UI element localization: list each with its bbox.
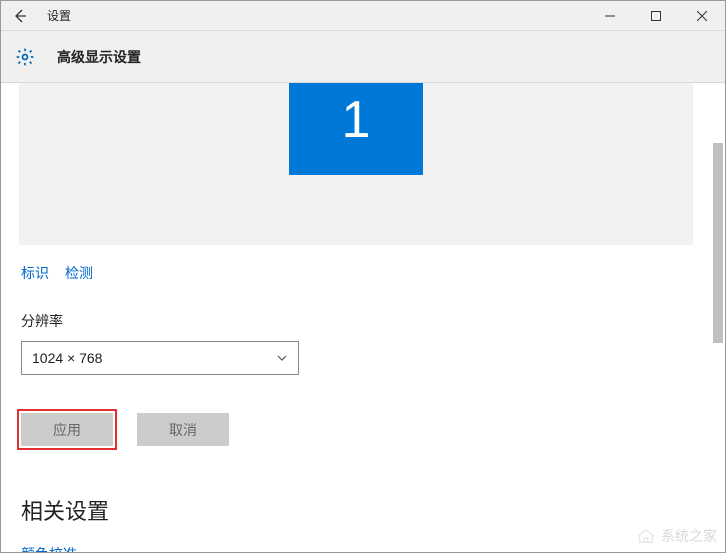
- maximize-icon: [651, 11, 661, 21]
- minimize-button[interactable]: [587, 1, 633, 31]
- resolution-label: 分辨率: [21, 311, 691, 331]
- window-title: 设置: [47, 7, 71, 24]
- page-title: 高级显示设置: [57, 47, 141, 67]
- display-preview-panel: 1: [19, 83, 693, 245]
- related-settings-title: 相关设置: [21, 494, 691, 526]
- back-arrow-icon: [12, 8, 28, 24]
- content-area: 1 标识 检测 分辨率 1024 × 768 应用 取消 相关设置 颜色校准 系…: [1, 83, 725, 552]
- monitor-1[interactable]: 1: [289, 83, 423, 175]
- detect-link[interactable]: 检测: [65, 263, 93, 283]
- color-calibration-link[interactable]: 颜色校准: [21, 544, 691, 552]
- chevron-down-icon: [276, 352, 288, 364]
- resolution-dropdown[interactable]: 1024 × 768: [21, 341, 299, 375]
- scroll-area: 1 标识 检测 分辨率 1024 × 768 应用 取消 相关设置 颜色校准: [1, 83, 711, 552]
- titlebar-left: 设置: [1, 1, 71, 31]
- close-button[interactable]: [679, 1, 725, 31]
- gear-icon: [15, 47, 35, 67]
- close-icon: [697, 11, 707, 21]
- page-header: 高级显示设置: [1, 31, 725, 83]
- vertical-scrollbar[interactable]: [713, 143, 723, 343]
- maximize-button[interactable]: [633, 1, 679, 31]
- identify-link[interactable]: 标识: [21, 263, 49, 283]
- window-controls: [587, 1, 725, 31]
- back-button[interactable]: [1, 1, 39, 31]
- minimize-icon: [605, 11, 615, 21]
- action-buttons: 应用 取消: [21, 413, 691, 446]
- display-links: 标识 检测: [21, 263, 691, 283]
- titlebar: 设置: [1, 1, 725, 31]
- apply-button[interactable]: 应用: [21, 413, 113, 446]
- resolution-value: 1024 × 768: [32, 350, 102, 366]
- monitor-number: 1: [342, 90, 371, 150]
- cancel-button[interactable]: 取消: [137, 413, 229, 446]
